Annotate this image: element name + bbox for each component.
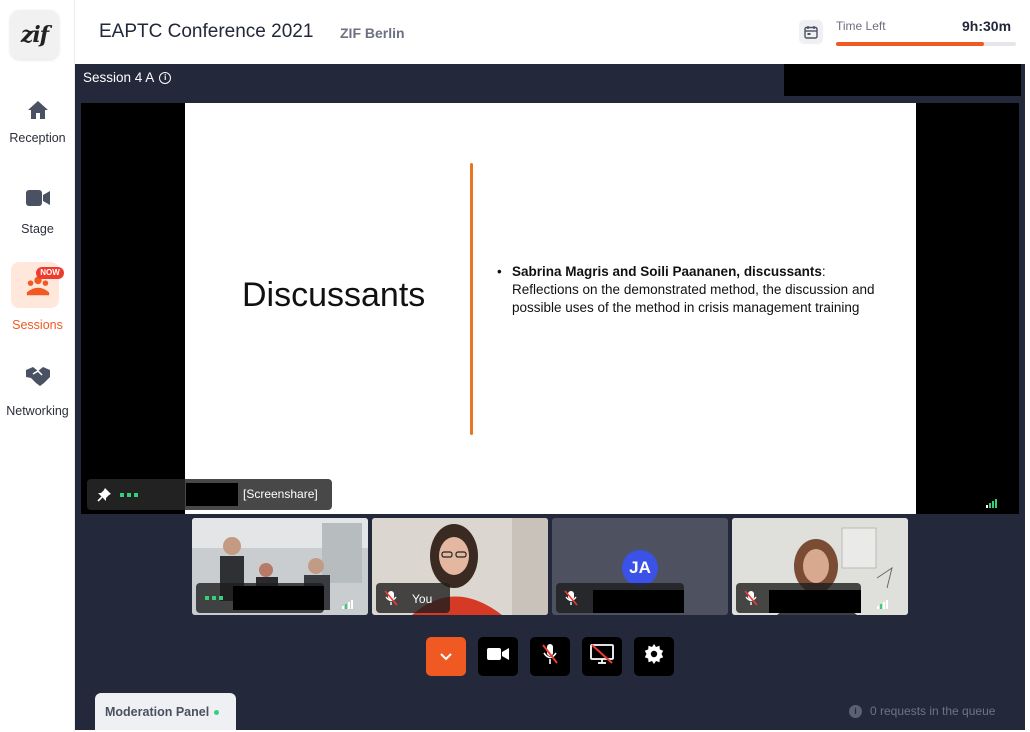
participant-name-bar <box>736 583 861 613</box>
session-title-text: Session 4 A <box>83 70 155 85</box>
camera-icon <box>487 647 509 666</box>
bullet-dot: • <box>497 264 502 279</box>
queue-status-text: 0 requests in the queue <box>870 704 996 718</box>
connection-dots <box>205 596 223 600</box>
participant-name: You <box>412 592 433 606</box>
redacted-name <box>186 483 238 506</box>
sidebar-item-label: Sessions <box>12 318 63 332</box>
participant-tile-self[interactable]: You <box>372 518 548 615</box>
microphone-toggle-button[interactable] <box>530 637 570 676</box>
moderation-panel-tab[interactable]: Moderation Panel <box>95 693 236 730</box>
participant-tile[interactable]: JA <box>552 518 728 615</box>
signal-strength-icon <box>877 600 888 609</box>
time-left-progress <box>836 42 1016 46</box>
sidebar-item-stage[interactable]: Stage <box>0 185 75 236</box>
status-dot <box>214 710 220 716</box>
redacted-area <box>784 64 1021 96</box>
mic-off-icon <box>384 590 398 611</box>
screen-share-off-icon <box>590 644 614 669</box>
session-room: Session 4 A i Discussants • Sabrina Magr… <box>75 64 1025 730</box>
participant-tile[interactable] <box>192 518 368 615</box>
sidebar-item-networking[interactable]: Networking <box>0 363 75 418</box>
now-badge: NOW <box>36 267 64 279</box>
mic-off-icon <box>541 643 559 670</box>
participant-avatar: JA <box>622 550 658 586</box>
collapse-button[interactable] <box>426 637 466 676</box>
sidebar-item-label: Networking <box>6 404 69 418</box>
settings-button[interactable] <box>634 637 674 676</box>
video-camera-icon <box>25 185 51 211</box>
signal-strength-icon <box>986 499 997 508</box>
camera-toggle-button[interactable] <box>478 637 518 676</box>
time-left-value: 9h:30m <box>962 18 1012 34</box>
sidebar-item-label: Stage <box>21 222 54 236</box>
main-video-stage[interactable]: Discussants • Sabrina Magris and Soili P… <box>81 103 1019 514</box>
conference-title: EAPTC Conference 2021 <box>99 21 314 42</box>
signal-strength-icon <box>342 600 353 609</box>
settings-icon <box>644 644 664 669</box>
slide-bullet: • Sabrina Magris and Soili Paananen, dis… <box>497 263 887 317</box>
top-header: EAPTC Conference 2021 ZIF Berlin Time Le… <box>75 0 1030 64</box>
participant-name-bar <box>196 583 324 613</box>
handshake-icon <box>25 363 51 389</box>
sidebar-item-label: Reception <box>9 131 66 145</box>
queue-status: i 0 requests in the queue <box>849 704 995 718</box>
organizer-name: ZIF Berlin <box>340 25 405 41</box>
app-window: zif Reception Stage Sessions NOW Network… <box>0 0 1030 732</box>
zif-logo[interactable]: zif <box>10 10 59 59</box>
time-left-progress-fill <box>836 42 984 46</box>
screenshare-name-bar: [Screenshare] <box>87 479 332 510</box>
slide-divider <box>470 163 473 435</box>
participant-name-bar <box>556 583 684 613</box>
connection-dots <box>120 493 138 497</box>
slide-heading: Discussants <box>242 276 426 314</box>
sidebar-item-reception[interactable]: Reception <box>0 97 75 145</box>
chevron-down-icon <box>440 648 452 666</box>
mic-off-icon <box>744 590 758 611</box>
pin-icon[interactable] <box>97 487 112 507</box>
presentation-slide: Discussants • Sabrina Magris and Soili P… <box>185 103 916 514</box>
calendar-icon[interactable] <box>799 20 823 44</box>
info-icon[interactable]: i <box>159 71 172 84</box>
session-title: Session 4 A i <box>83 70 172 85</box>
participant-tile[interactable] <box>732 518 908 615</box>
info-icon: i <box>849 704 862 718</box>
redacted-name <box>593 590 684 613</box>
redacted-name <box>769 590 861 613</box>
moderation-panel-label: Moderation Panel <box>105 705 210 719</box>
participant-name-bar: You <box>376 583 450 613</box>
screen-share-toggle-button[interactable] <box>582 637 622 676</box>
scrollbar[interactable] <box>1025 64 1030 730</box>
time-left-label: Time Left <box>836 19 886 33</box>
mic-off-icon <box>564 590 578 611</box>
sidebar: zif Reception Stage Sessions NOW Network… <box>0 0 75 732</box>
home-icon <box>25 97 51 123</box>
sidebar-item-sessions[interactable]: Sessions <box>0 272 75 332</box>
slide-bullet-bold: Sabrina Magris and Soili Paananen, discu… <box>512 264 822 279</box>
logo-text: zif <box>20 21 49 48</box>
redacted-name <box>233 586 324 610</box>
screenshare-label: [Screenshare] <box>243 487 318 501</box>
